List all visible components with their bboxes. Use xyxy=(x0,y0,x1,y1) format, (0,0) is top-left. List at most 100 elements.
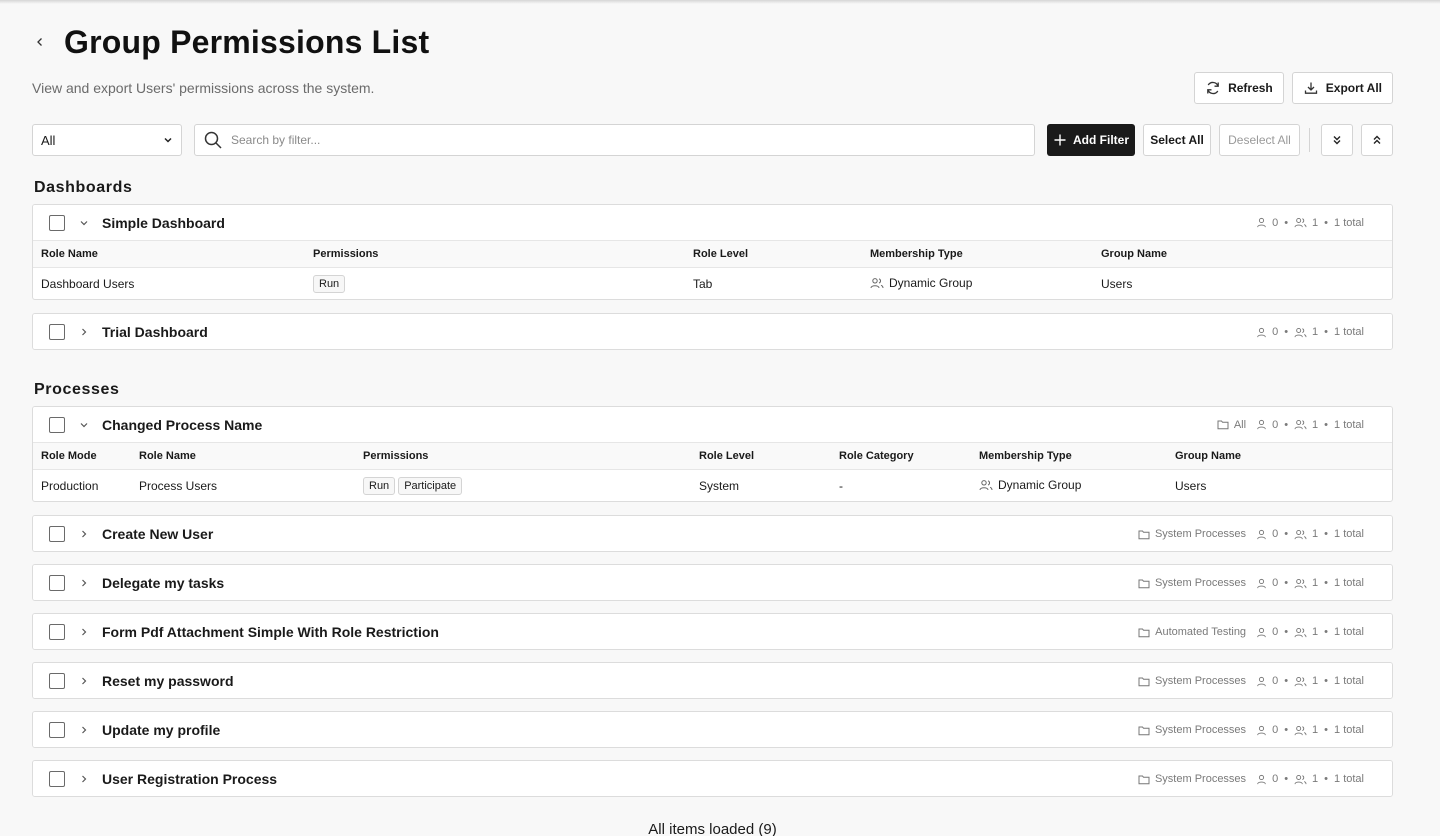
group-checkbox[interactable] xyxy=(49,526,65,542)
expand-toggle[interactable] xyxy=(76,771,92,787)
group-count-value: 1 xyxy=(1312,675,1319,687)
group-meta: 0 • 1 • 1 total xyxy=(1256,217,1364,229)
group-header[interactable]: Simple Dashboard 0 • 1 • 1 total xyxy=(33,205,1392,241)
refresh-button[interactable]: Refresh xyxy=(1194,72,1284,104)
folder-name: System Processes xyxy=(1154,724,1247,736)
group-checkbox[interactable] xyxy=(49,324,65,340)
user-count-value: 0 xyxy=(1272,326,1279,338)
users-icon xyxy=(979,479,993,490)
group-reset-my-password: Reset my password System Processes 0 • 1… xyxy=(32,662,1393,699)
group-header[interactable]: Changed Process Name All 0 • 1 • 1 total xyxy=(33,407,1392,443)
folder-label: System Processes xyxy=(1138,675,1246,687)
page-title: Group Permissions List xyxy=(64,23,430,60)
total-count: 1 total xyxy=(1334,626,1364,638)
group-header[interactable]: Delegate my tasks System Processes 0 • 1… xyxy=(33,565,1392,600)
expand-toggle[interactable] xyxy=(76,722,92,738)
group-simple-dashboard: Simple Dashboard 0 • 1 • 1 total Role Na… xyxy=(32,204,1393,300)
group-checkbox[interactable] xyxy=(49,416,65,433)
add-filter-button[interactable]: Add Filter xyxy=(1047,124,1135,156)
user-count: 0 xyxy=(1256,724,1278,736)
group-count: 1 xyxy=(1294,577,1318,589)
deselect-all-button[interactable]: Deselect All xyxy=(1219,124,1300,156)
user-icon xyxy=(1257,578,1266,588)
users-icon xyxy=(1294,529,1307,539)
export-all-label: Export All xyxy=(1325,81,1382,95)
search-box[interactable] xyxy=(194,124,1035,156)
group-count: 1 xyxy=(1294,217,1318,229)
chevrons-up-icon xyxy=(1373,135,1381,144)
users-icon xyxy=(1294,327,1307,337)
back-button[interactable] xyxy=(32,34,48,50)
group-checkbox[interactable] xyxy=(49,575,65,591)
user-icon xyxy=(1257,419,1266,430)
collapse-all-button[interactable] xyxy=(1361,124,1393,156)
chevron-left-icon xyxy=(37,38,42,46)
group-checkbox[interactable] xyxy=(49,722,65,738)
folder-icon xyxy=(1138,579,1150,588)
group-header[interactable]: Create New User System Processes 0 • 1 •… xyxy=(33,516,1392,551)
user-icon xyxy=(1257,217,1266,228)
expand-toggle[interactable] xyxy=(76,526,92,542)
users-icon xyxy=(1294,578,1307,588)
expand-toggle[interactable] xyxy=(76,624,92,640)
column-header: Membership Type xyxy=(979,449,1072,462)
top-shadow xyxy=(0,0,1440,4)
export-all-button[interactable]: Export All xyxy=(1291,72,1393,104)
expand-toggle[interactable] xyxy=(76,673,92,689)
table-row: Dashboard Users Run Tab Dynamic Group Us… xyxy=(33,267,1392,299)
users-icon xyxy=(1294,676,1307,686)
refresh-icon xyxy=(1207,81,1219,95)
users-icon xyxy=(1294,725,1307,735)
download-icon xyxy=(1304,82,1317,94)
users-icon xyxy=(1294,627,1307,637)
group-header[interactable]: Form Pdf Attachment Simple With Role Res… xyxy=(33,614,1392,649)
group-header[interactable]: User Registration Process System Process… xyxy=(33,761,1392,796)
membership-type: Dynamic Group xyxy=(889,275,973,290)
expand-toggle[interactable] xyxy=(76,215,92,231)
table-header-row: Role Mode Role Name Permissions Role Lev… xyxy=(33,443,1392,469)
user-count: 0 xyxy=(1256,577,1278,589)
group-header[interactable]: Reset my password System Processes 0 • 1… xyxy=(33,663,1392,698)
chevron-right-icon xyxy=(82,775,87,783)
membership-cell: Dynamic Group xyxy=(862,267,1093,299)
folder-label: System Processes xyxy=(1138,724,1246,736)
group-name: Reset my password xyxy=(102,673,234,689)
users-icon xyxy=(1294,420,1307,430)
folder-name: System Processes xyxy=(1154,577,1247,589)
total-count: 1 total xyxy=(1334,326,1364,338)
page-subtitle: View and export Users' permissions acros… xyxy=(32,80,375,96)
chevrons-down-icon xyxy=(1333,136,1341,145)
total-count: 1 total xyxy=(1334,528,1364,540)
group-checkbox[interactable] xyxy=(49,214,65,231)
group-checkbox[interactable] xyxy=(49,624,65,640)
user-count: 0 xyxy=(1256,528,1278,540)
expand-all-button[interactable] xyxy=(1321,124,1353,156)
expand-toggle[interactable] xyxy=(76,417,92,433)
group-header[interactable]: Update my profile System Processes 0 • 1… xyxy=(33,712,1392,747)
group-checkbox[interactable] xyxy=(49,673,65,689)
group-delegate-my-tasks: Delegate my tasks System Processes 0 • 1… xyxy=(32,564,1393,601)
folder-name: Automated Testing xyxy=(1155,626,1247,638)
role-level-cell: Tab xyxy=(693,276,713,291)
user-count-value: 0 xyxy=(1272,418,1279,431)
group-count: 1 xyxy=(1294,724,1318,736)
group-header[interactable]: Trial Dashboard 0 • 1 • 1 total xyxy=(33,314,1392,349)
folder-name: System Processes xyxy=(1154,528,1247,540)
role-category-cell: - xyxy=(839,478,843,493)
group-checkbox[interactable] xyxy=(49,771,65,787)
user-count-value: 0 xyxy=(1272,724,1279,736)
select-all-button[interactable]: Select All xyxy=(1143,124,1211,156)
section-title-dashboards: Dashboards xyxy=(34,179,133,196)
chevron-down-icon xyxy=(80,220,88,225)
group-meta: System Processes 0 • 1 • 1 total xyxy=(1138,577,1364,589)
expand-toggle[interactable] xyxy=(76,324,92,340)
filter-select[interactable]: All xyxy=(32,124,182,156)
search-input[interactable] xyxy=(231,133,1026,147)
role-level-cell: System xyxy=(699,478,740,493)
expand-toggle[interactable] xyxy=(76,575,92,591)
group-name-cell: Users xyxy=(1101,276,1133,291)
plus-icon xyxy=(1054,134,1066,146)
select-all-label: Select All xyxy=(1150,133,1204,147)
users-icon xyxy=(1294,218,1307,228)
chevron-right-icon xyxy=(82,328,87,336)
